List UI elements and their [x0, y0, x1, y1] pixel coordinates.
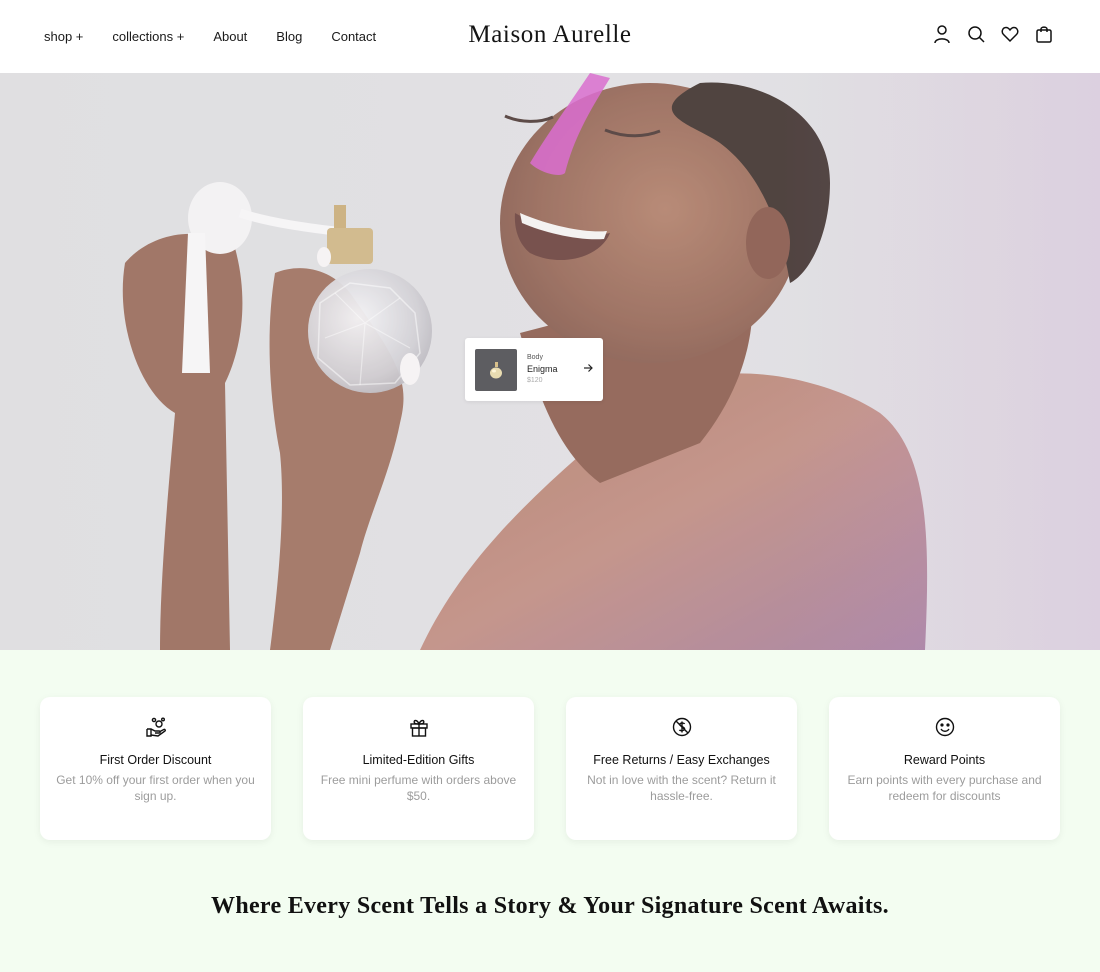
feature-title: Free Returns / Easy Exchanges [593, 753, 770, 767]
feature-desc: Earn points with every purchase and rede… [847, 773, 1042, 803]
bag-icon[interactable] [1035, 24, 1053, 44]
smile-icon [934, 716, 956, 738]
feature-card-gifts: Limited-Edition Gifts Free mini perfume … [303, 697, 534, 840]
nav-about[interactable]: About [213, 29, 247, 44]
return-coin-icon [671, 716, 693, 738]
heart-icon[interactable] [1001, 24, 1019, 44]
nav-blog[interactable]: Blog [276, 29, 302, 44]
nav-contact[interactable]: Contact [331, 29, 376, 44]
perfume-bottle-icon [490, 361, 502, 378]
nav-collections[interactable]: collections + [112, 29, 184, 44]
main-nav: shop + collections + About Blog Contact [44, 29, 405, 44]
feature-card-returns: Free Returns / Easy Exchanges Not in lov… [566, 697, 797, 840]
product-price: $120 [527, 376, 543, 384]
header-actions [933, 24, 1053, 44]
brand-logo[interactable]: Maison Aurelle [468, 21, 631, 48]
arrow-right-icon[interactable] [581, 363, 593, 376]
tagline-heading: Where Every Scent Tells a Story & Your S… [211, 893, 889, 919]
feature-desc: Free mini perfume with orders above $50. [320, 773, 517, 803]
product-info: Body Enigma $120 [527, 354, 581, 384]
gift-icon [408, 716, 430, 738]
hero-banner: Body Enigma $120 [0, 73, 1100, 650]
product-thumbnail [475, 348, 517, 391]
feature-title: Reward Points [903, 753, 986, 767]
feature-desc: Not in love with the scent? Return it ha… [587, 773, 776, 803]
hero-product-card[interactable]: Body Enigma $120 [465, 338, 603, 401]
search-icon[interactable] [967, 24, 985, 44]
feature-title: First Order Discount [99, 753, 212, 767]
user-icon[interactable] [933, 24, 951, 44]
product-category: Body [527, 354, 543, 362]
feature-desc: Get 10% off your first order when you si… [56, 773, 255, 803]
nav-shop[interactable]: shop + [44, 29, 83, 44]
hand-coin-icon [145, 716, 167, 738]
feature-card-rewards: Reward Points Earn points with every pur… [829, 697, 1060, 840]
product-name[interactable]: Enigma [527, 364, 581, 374]
site-header: shop + collections + About Blog Contact … [0, 0, 1100, 73]
benefits-section: First Order Discount Get 10% off your fi… [40, 697, 1060, 840]
feature-card-discount: First Order Discount Get 10% off your fi… [40, 697, 271, 840]
feature-title: Limited-Edition Gifts [362, 753, 475, 767]
